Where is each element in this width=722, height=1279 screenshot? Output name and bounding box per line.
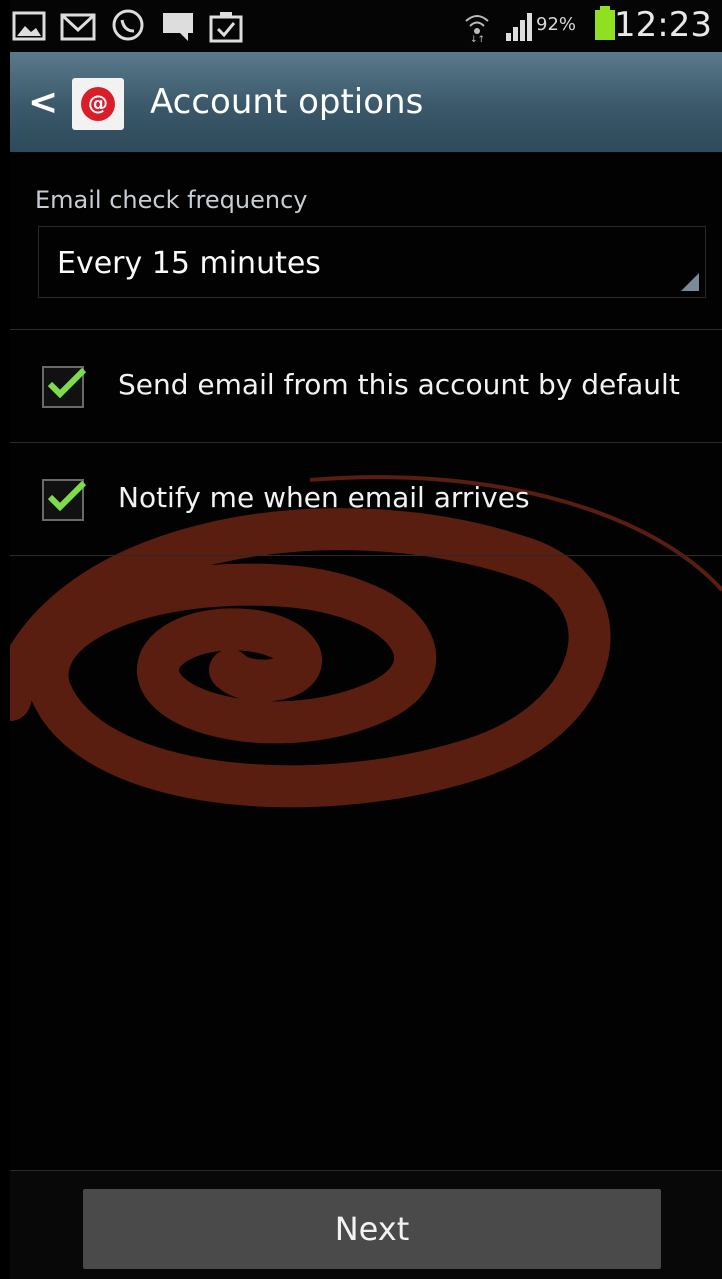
frequency-dropdown[interactable]: Every 15 minutes	[38, 226, 706, 298]
clock: 12:23	[614, 5, 712, 45]
option-notify[interactable]: Notify me when email arrives	[10, 443, 722, 555]
task-icon	[209, 12, 243, 43]
svg-text:↓↑: ↓↑	[470, 35, 485, 43]
battery-percent: 92%	[536, 14, 577, 35]
checkmark-icon	[47, 367, 87, 399]
battery-icon	[595, 6, 615, 40]
status-bar: ↓↑ 92% 12:23	[10, 0, 722, 52]
checkmark-icon	[47, 480, 87, 512]
send-default-label: Send email from this account by default	[118, 368, 680, 401]
next-button[interactable]: Next	[83, 1189, 661, 1269]
gmail-icon	[60, 13, 96, 41]
divider	[10, 555, 722, 556]
wifi-icon: ↓↑	[465, 15, 489, 43]
bottom-bar: Next	[10, 1170, 722, 1279]
frequency-label: Email check frequency	[35, 186, 308, 214]
option-send-default[interactable]: Send email from this account by default	[10, 330, 722, 442]
message-icon	[163, 13, 193, 41]
screen: ↓↑ 92% 12:23 < @ Account options Email c…	[10, 0, 722, 1279]
gallery-icon	[12, 11, 46, 41]
notify-checkbox[interactable]	[42, 479, 87, 521]
frequency-value: Every 15 minutes	[57, 246, 321, 281]
send-default-checkbox[interactable]	[42, 366, 87, 408]
back-chevron-icon[interactable]: <	[28, 82, 58, 123]
dropdown-corner-icon	[681, 273, 699, 291]
page-title: Account options	[150, 82, 424, 122]
signal-icon	[506, 13, 532, 41]
email-app-icon[interactable]: @	[72, 78, 124, 130]
action-bar: < @ Account options	[10, 52, 722, 152]
notify-label: Notify me when email arrives	[118, 481, 530, 514]
whatsapp-icon	[112, 9, 144, 41]
